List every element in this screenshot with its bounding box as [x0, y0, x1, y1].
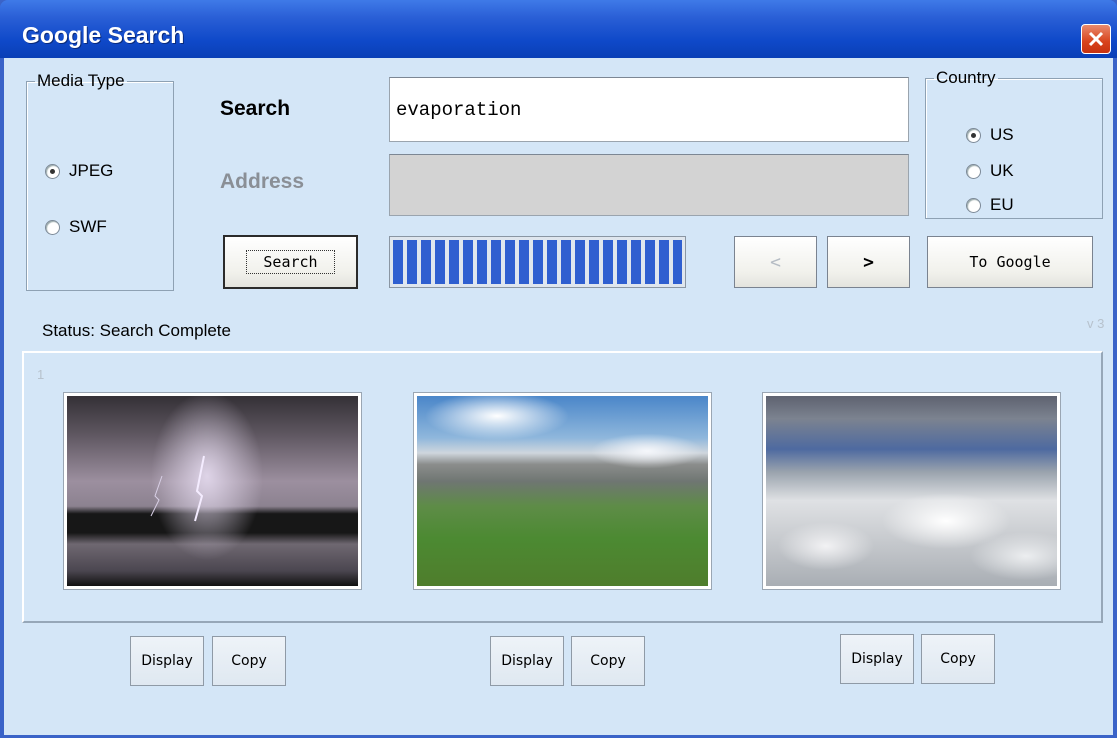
country-group: Country US UK EU — [925, 68, 1103, 219]
progress-fill — [393, 240, 682, 284]
status-text: Status: Search Complete — [42, 321, 231, 340]
display-button-3[interactable]: Display — [840, 634, 914, 684]
close-icon — [1088, 31, 1104, 47]
next-button[interactable]: > — [827, 236, 910, 288]
results-page-number: 1 — [37, 367, 45, 382]
close-button[interactable] — [1081, 24, 1111, 54]
results-panel: 1 — [22, 351, 1103, 623]
media-type-legend: Media Type — [37, 71, 125, 90]
radio-us[interactable]: US — [966, 125, 1014, 145]
radio-dot — [966, 127, 981, 143]
radio-uk-label: UK — [990, 161, 1014, 180]
radio-jpeg[interactable]: JPEG — [45, 161, 113, 181]
version-label: v 3 — [1087, 316, 1105, 331]
app-window: Google Search Media Type JPEG SWF Search — [0, 0, 1117, 738]
to-google-button[interactable]: To Google — [927, 236, 1093, 288]
window-title: Google Search — [22, 22, 185, 48]
radio-dot — [966, 163, 981, 179]
radio-eu[interactable]: EU — [966, 195, 1014, 215]
search-field[interactable] — [389, 77, 909, 142]
prev-button[interactable]: < — [734, 236, 817, 288]
result-thumbnail-1[interactable] — [63, 392, 362, 590]
progress-bar — [389, 236, 686, 288]
country-legend: Country — [936, 68, 996, 87]
next-button-label: > — [863, 251, 874, 273]
title-bar[interactable]: Google Search — [0, 0, 1117, 58]
address-input — [390, 155, 908, 215]
result-thumbnail-2[interactable] — [413, 392, 712, 590]
display-button-2[interactable]: Display — [490, 636, 564, 686]
prev-button-label: < — [770, 251, 781, 273]
radio-uk[interactable]: UK — [966, 161, 1014, 181]
display-button-1[interactable]: Display — [130, 636, 204, 686]
address-label: Address — [220, 170, 305, 193]
radio-jpeg-label: JPEG — [69, 161, 114, 180]
copy-button-2-label: Copy — [590, 653, 626, 669]
copy-button-3[interactable]: Copy — [921, 634, 995, 684]
display-button-1-label: Display — [141, 653, 193, 669]
display-button-2-label: Display — [501, 653, 553, 669]
address-field — [389, 154, 909, 216]
client-area: Media Type JPEG SWF Search Address Searc… — [4, 58, 1113, 735]
radio-dot — [966, 197, 981, 213]
radio-us-label: US — [990, 125, 1014, 144]
copy-button-2[interactable]: Copy — [571, 636, 645, 686]
radio-dot — [45, 219, 60, 235]
radio-dot — [45, 163, 60, 179]
radio-swf-label: SWF — [69, 217, 107, 236]
copy-button-1[interactable]: Copy — [212, 636, 286, 686]
display-button-3-label: Display — [851, 651, 903, 667]
radio-swf[interactable]: SWF — [45, 217, 107, 237]
radio-eu-label: EU — [990, 195, 1014, 214]
search-button[interactable]: Search — [223, 235, 358, 289]
media-type-group: Media Type JPEG SWF — [26, 71, 174, 291]
lightning-icon — [150, 455, 205, 522]
result-thumbnail-3[interactable] — [762, 392, 1061, 590]
copy-button-3-label: Copy — [940, 651, 976, 667]
to-google-button-label: To Google — [969, 253, 1051, 271]
search-label: Search — [220, 97, 291, 120]
search-input[interactable] — [390, 78, 908, 141]
copy-button-1-label: Copy — [231, 653, 267, 669]
search-button-label: Search — [246, 250, 335, 274]
